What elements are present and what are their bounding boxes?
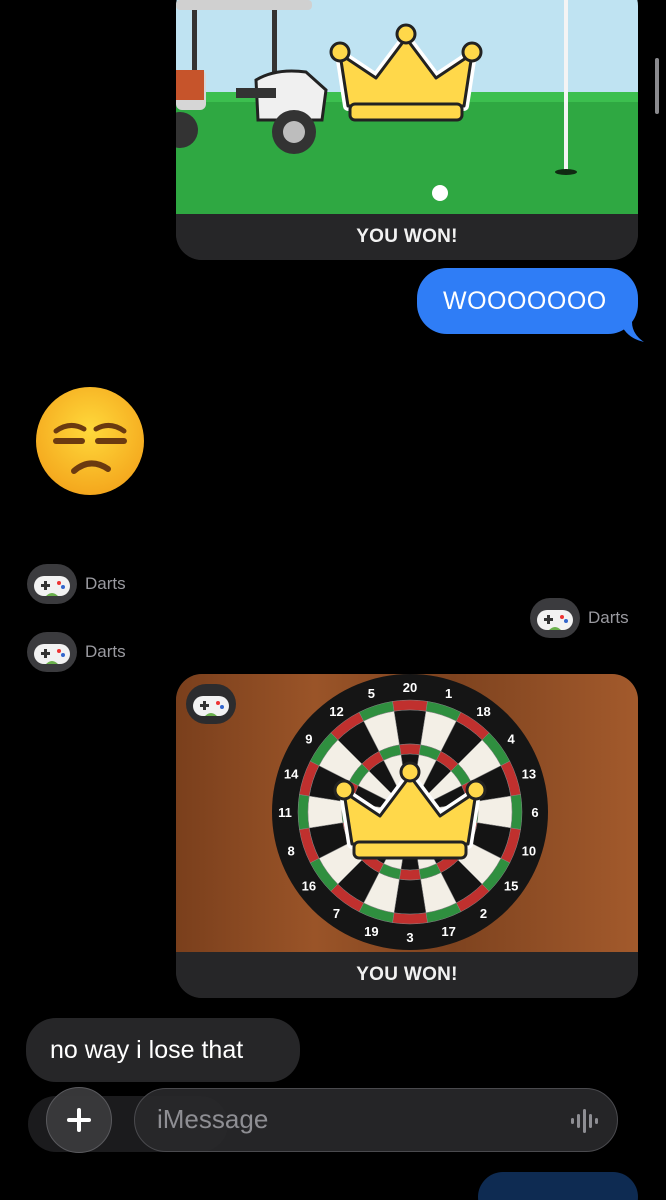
dartboard-number: 2 (480, 906, 487, 921)
sender-label: Darts (85, 642, 126, 661)
dartboard-segment (476, 795, 513, 829)
darts-game-result-card[interactable]: 20 1 18 4 13 6 10 15 2 17 3 19 7 16 8 11 14 9 12 5 YOU WON! (176, 674, 638, 998)
game-controller-app-icon (27, 632, 77, 672)
partial-outgoing-bubble-bottom (478, 1172, 638, 1200)
game-result-caption: YOU WON! (176, 214, 638, 260)
dartboard-number: 1 (445, 686, 452, 701)
game-controller-badge-icon (186, 684, 236, 724)
dartboard-number: 9 (305, 732, 312, 747)
dartboard-number: 18 (476, 704, 490, 719)
dartboard-number: 5 (368, 686, 375, 701)
game-result-caption: YOU WON! (176, 952, 638, 998)
dartboard-segment (510, 794, 523, 830)
input-placeholder: iMessage (157, 1104, 269, 1134)
audio-waveform-icon[interactable] (569, 1107, 599, 1135)
plus-icon (67, 1108, 91, 1132)
dartboard-segment (393, 878, 427, 915)
dartboard-segment (393, 709, 427, 746)
dartboard-segment (297, 794, 310, 830)
dartboard-segment (399, 743, 421, 755)
outgoing-message-bubble[interactable]: WOOOOOOO (417, 268, 644, 342)
dartboard-number: 8 (287, 844, 294, 859)
dartboard-number: 11 (278, 805, 292, 820)
unamused-face-emoji-icon[interactable] (34, 385, 146, 497)
dartboard-number: 20 (403, 680, 417, 695)
sender-label: Darts (588, 608, 629, 627)
golf-game-result-card[interactable]: YOU WON! (176, 0, 638, 260)
dartboard-number: 14 (284, 766, 299, 781)
dartboard-segment (392, 699, 428, 712)
dartboard-number: 19 (364, 924, 378, 939)
sender-label: Darts (85, 574, 126, 593)
imessage-input-field[interactable]: iMessage (134, 1088, 618, 1152)
message-text: WOOOOOOO (443, 287, 607, 315)
dartboard-number: 4 (507, 732, 515, 747)
message-text: no way i lose that (50, 1036, 244, 1064)
dartboard-number: 15 (504, 879, 518, 894)
bubble-tail-icon (620, 322, 644, 342)
golf-game-image (176, 0, 638, 214)
incoming-message-bubble[interactable]: no way i lose that (26, 1018, 300, 1082)
dartboard-number: 17 (441, 924, 455, 939)
sender-row-darts-incoming[interactable]: Darts (27, 564, 126, 604)
darts-game-image: 20 1 18 4 13 6 10 15 2 17 3 19 7 16 8 11 14 9 12 5 (176, 674, 638, 952)
dartboard-number: 10 (522, 844, 536, 859)
sender-row-darts-incoming-2[interactable]: Darts (27, 632, 126, 672)
dartboard-number: 16 (302, 879, 316, 894)
dartboard-number: 3 (406, 930, 413, 945)
dartboard-number: 12 (329, 704, 343, 719)
scrollbar[interactable] (655, 58, 659, 114)
dartboard-number: 7 (333, 906, 340, 921)
dartboard-segment (392, 912, 428, 925)
sender-row-darts-outgoing[interactable]: Darts (530, 598, 629, 638)
add-attachment-button[interactable] (46, 1087, 112, 1153)
game-controller-app-icon (530, 598, 580, 638)
dartboard-number: 13 (522, 766, 536, 781)
dartboard-segment (399, 869, 421, 881)
game-controller-app-icon (27, 564, 77, 604)
dartboard-number: 6 (531, 805, 538, 820)
dartboard-segment (307, 795, 344, 829)
